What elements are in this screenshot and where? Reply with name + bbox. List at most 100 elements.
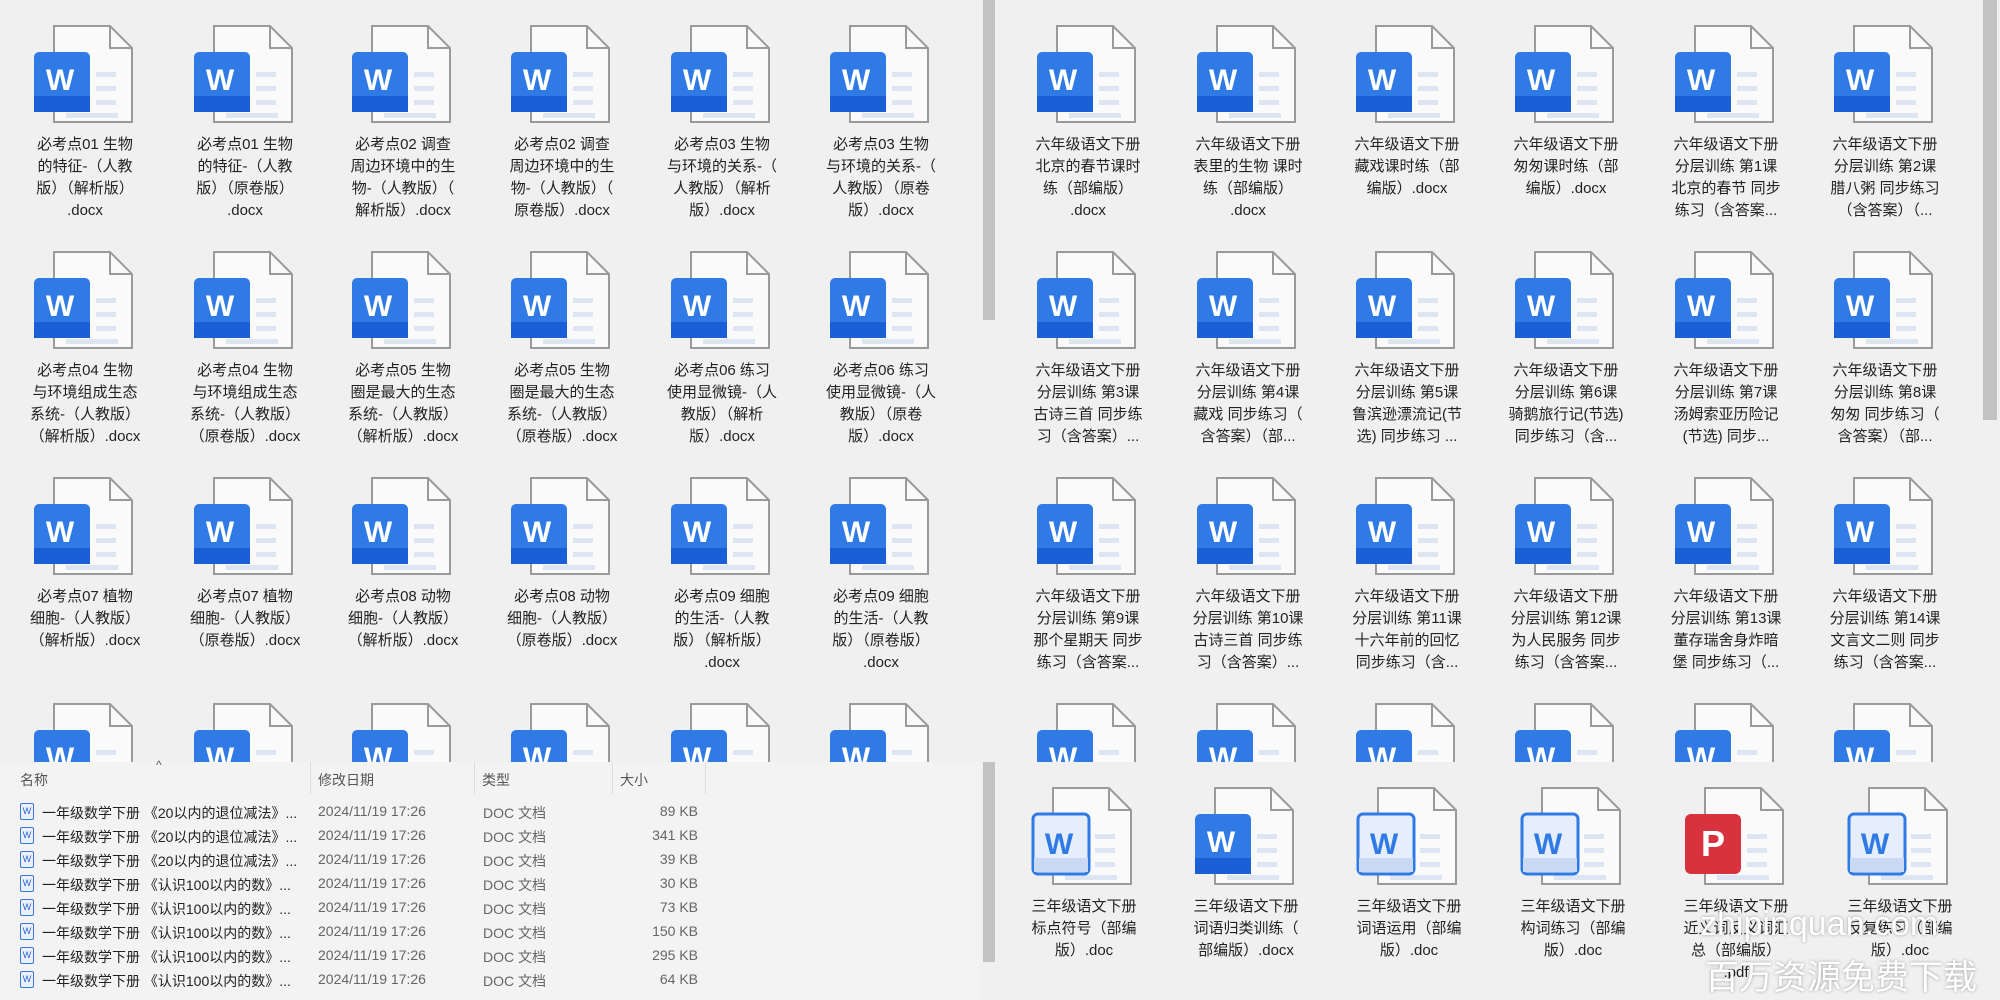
modified-date: 2024/11/19 17:26: [318, 875, 426, 891]
file-name: 六年级语文下册 分层训练 第12课 为人民服务 同步 练习（含答案...: [1510, 588, 1622, 671]
file-size: 73 KB: [659, 899, 698, 915]
word-file-icon: W: [1356, 25, 1455, 123]
file-tile[interactable]: W 必考点04 生物 与环境组成生态 系统-（人教版） （原卷版）.docx: [167, 240, 323, 448]
file-tile[interactable]: W: [803, 692, 959, 762]
column-type[interactable]: 类型: [482, 770, 510, 790]
file-tile[interactable]: W 必考点02 调查 周边环境中的生 物-（人教版）（ 原卷版）.docx: [484, 14, 640, 222]
file-name: 一年级数学下册 《认识100以内的数》...: [42, 901, 291, 917]
file-tile[interactable]: W 六年级语文下册 分层训练 第7课 汤姆索亚历险记 (节选) 同步...: [1648, 240, 1804, 448]
file-tile[interactable]: W 必考点08 动物 细胞-（人教版） （原卷版）.docx: [484, 466, 640, 652]
file-tile[interactable]: W 必考点05 生物 圈是最大的生态 系统-（人教版） （解析版）.docx: [325, 240, 481, 448]
file-name: 六年级语文下册 分层训练 第1课 北京的春节 同步 练习（含答案...: [1671, 136, 1781, 219]
file-name: 一年级数学下册 《认识100以内的数》...: [42, 925, 291, 941]
file-tile[interactable]: W 六年级语文下册 分层训练 第6课 骑鹅旅行记(节选) 同步练习（含...: [1488, 240, 1644, 448]
file-tile[interactable]: P 三年级语文下册 近义词反义词汇 总（部编版） .pdf: [1658, 776, 1814, 984]
file-tile[interactable]: W: [644, 692, 800, 762]
file-tile[interactable]: W 六年级语文下册 分层训练 第3课 古诗三首 同步练 习（含答案）...: [1010, 240, 1166, 448]
file-name: 必考点08 动物 细胞-（人教版） （原卷版）.docx: [506, 588, 618, 649]
svg-text:W: W: [364, 290, 393, 323]
details-scrollbar[interactable]: [980, 762, 998, 1000]
table-row[interactable]: W 一年级数学下册 《认识100以内的数》... 2024/11/19 17:2…: [0, 920, 980, 944]
file-name: 必考点01 生物 的特征-（人教 版）（解析版） .docx: [36, 136, 134, 219]
file-name: 六年级语文下册 分层训练 第2课 腊八粥 同步练习 （含答案）（...: [1830, 136, 1940, 219]
file-tile[interactable]: W 三年级语文下册 反复练习（部编 版）.doc: [1822, 776, 1978, 962]
file-tile[interactable]: W 必考点04 生物 与环境组成生态 系统-（人教版） （解析版）.docx: [7, 240, 163, 448]
svg-text:W: W: [1209, 742, 1238, 762]
svg-text:W: W: [1534, 828, 1563, 861]
file-tile[interactable]: W 必考点01 生物 的特征-（人教 版）（解析版） .docx: [7, 14, 163, 222]
svg-text:W: W: [1209, 64, 1238, 97]
file-tile[interactable]: W 必考点06 练习 使用显微镜-（人 教版）（解析 版）.docx: [644, 240, 800, 448]
svg-text:W: W: [683, 742, 712, 762]
file-tile[interactable]: W 必考点01 生物 的特征-（人教 版）（原卷版） .docx: [167, 14, 323, 222]
file-tile[interactable]: W: [325, 692, 481, 762]
file-tile[interactable]: W 六年级语文下册 分层训练 第2课 腊八粥 同步练习 （含答案）（...: [1807, 14, 1963, 222]
svg-text:W: W: [1527, 516, 1556, 549]
file-tile[interactable]: W 必考点06 练习 使用显微镜-（人 教版）（原卷 版）.docx: [803, 240, 959, 448]
table-row[interactable]: W 一年级数学下册 《20以内的退位减法》... 2024/11/19 17:2…: [0, 848, 980, 872]
svg-text:W: W: [364, 516, 393, 549]
file-name: 六年级语文下册 分层训练 第5课 鲁滨逊漂流记(节 选) 同步练习 ...: [1352, 362, 1462, 445]
file-tile[interactable]: W 六年级语文下册 匆匆课时练（部 编版）.docx: [1488, 14, 1644, 200]
file-tile[interactable]: W: [1329, 692, 1485, 762]
scroll-thumb[interactable]: [1983, 0, 1997, 420]
file-tile[interactable]: W 必考点09 细胞 的生活-（人教 版）（原卷版） .docx: [803, 466, 959, 674]
word-file-icon: W: [20, 827, 34, 844]
file-tile[interactable]: W 六年级语文下册 分层训练 第8课 匆匆 同步练习（ 含答案）（部...: [1807, 240, 1963, 448]
file-tile[interactable]: W 必考点03 生物 与环境的关系-（ 人教版）（原卷 版）.docx: [803, 14, 959, 222]
file-tile[interactable]: W: [484, 692, 640, 762]
file-tile[interactable]: W 六年级语文下册 分层训练 第9课 那个星期天 同步 练习（含答案...: [1010, 466, 1166, 674]
file-tile[interactable]: W 六年级语文下册 分层训练 第5课 鲁滨逊漂流记(节 选) 同步练习 ...: [1329, 240, 1485, 448]
svg-text:W: W: [1368, 290, 1397, 323]
right-icon-pane: W 六年级语文下册 北京的春节课时 练（部编版） .docx W 六年级语文下册 表…: [1000, 0, 1980, 762]
file-tile[interactable]: W 六年级语文下册 分层训练 第1课 北京的春节 同步 练习（含答案...: [1648, 14, 1804, 222]
file-tile[interactable]: W 六年级语文下册 分层训练 第11课 十六年前的回忆 同步练习（含...: [1329, 466, 1485, 674]
file-tile[interactable]: W: [7, 692, 163, 762]
file-name: 必考点02 调查 周边环境中的生 物-（人教版）（ 原卷版）.docx: [509, 136, 615, 219]
file-tile[interactable]: W 必考点02 调查 周边环境中的生 物-（人教版）（ 解析版）.docx: [325, 14, 481, 222]
column-date[interactable]: 修改日期: [318, 770, 374, 790]
file-tile[interactable]: W 必考点07 植物 细胞-（人教版） （原卷版）.docx: [167, 466, 323, 652]
file-tile[interactable]: W: [1488, 692, 1644, 762]
file-tile[interactable]: W 六年级语文下册 北京的春节课时 练（部编版） .docx: [1010, 14, 1166, 222]
file-tile[interactable]: W 六年级语文下册 分层训练 第12课 为人民服务 同步 练习（含答案...: [1488, 466, 1644, 674]
file-tile[interactable]: W 六年级语文下册 分层训练 第4课 藏戏 同步练习（ 含答案）（部...: [1170, 240, 1326, 448]
file-tile[interactable]: W 必考点05 生物 圈是最大的生态 系统-（人教版） （原卷版）.docx: [484, 240, 640, 448]
table-row[interactable]: W 一年级数学下册 《20以内的退位减法》... 2024/11/19 17:2…: [0, 800, 980, 824]
file-tile[interactable]: W 六年级语文下册 分层训练 第10课 古诗三首 同步练 习（含答案）...: [1170, 466, 1326, 674]
table-row[interactable]: W 一年级数学下册 《认识100以内的数》... 2024/11/19 17:2…: [0, 944, 980, 968]
file-name: 三年级语文下册 词语归类训练（ 部编版）.docx: [1193, 898, 1299, 959]
file-tile[interactable]: W: [1807, 692, 1963, 762]
scroll-thumb[interactable]: [983, 0, 995, 320]
file-tile[interactable]: W: [1010, 692, 1166, 762]
right-scrollbar[interactable]: [1980, 0, 2000, 762]
file-tile[interactable]: W 三年级语文下册 构词练习（部编 版）.doc: [1495, 776, 1651, 962]
file-tile[interactable]: W 三年级语文下册 词语运用（部编 版）.doc: [1331, 776, 1487, 962]
file-type: DOC 文档: [483, 949, 546, 965]
table-row[interactable]: W 一年级数学下册 《认识100以内的数》... 2024/11/19 17:2…: [0, 872, 980, 896]
file-tile[interactable]: W 六年级语文下册 分层训练 第13课 董存瑞舍身炸暗 堡 同步练习（...: [1648, 466, 1804, 674]
file-tile[interactable]: W 六年级语文下册 分层训练 第14课 文言文二则 同步 练习（含答案...: [1807, 466, 1963, 674]
file-tile[interactable]: W 必考点07 植物 细胞-（人教版） （解析版）.docx: [7, 466, 163, 652]
column-size[interactable]: 大小: [620, 770, 648, 790]
table-row[interactable]: W 一年级数学下册 《认识100以内的数》... 2024/11/19 17:2…: [0, 896, 980, 920]
file-tile[interactable]: W 三年级语文下册 词语归类训练（ 部编版）.docx: [1168, 776, 1324, 962]
table-row[interactable]: W 一年级数学下册 《20以内的退位减法》... 2024/11/19 17:2…: [0, 824, 980, 848]
file-tile[interactable]: W 必考点09 细胞 的生活-（人教 版）（解析版） .docx: [644, 466, 800, 674]
word-file-icon: W: [1195, 787, 1294, 885]
file-tile[interactable]: W 必考点08 动物 细胞-（人教版） （解析版）.docx: [325, 466, 481, 652]
file-tile[interactable]: W: [1648, 692, 1804, 762]
file-name: 必考点09 细胞 的生活-（人教 版）（原卷版） .docx: [832, 588, 930, 671]
file-tile[interactable]: W 必考点03 生物 与环境的关系-（ 人教版）（解析 版）.docx: [644, 14, 800, 222]
column-name[interactable]: 名称: [20, 770, 48, 790]
left-scrollbar[interactable]: [980, 0, 998, 762]
file-tile[interactable]: W 三年级语文下册 标点符号（部编 版）.doc: [1006, 776, 1162, 962]
svg-text:W: W: [1368, 64, 1397, 97]
word-file-icon: W: [352, 25, 451, 123]
file-name: 三年级语文下册 反复练习（部编 版）.doc: [1847, 898, 1953, 959]
file-tile[interactable]: W 六年级语文下册 表里的生物 课时 练（部编版） .docx: [1170, 14, 1326, 222]
table-row[interactable]: W 一年级数学下册 《认识100以内的数》... 2024/11/19 17:2…: [0, 968, 980, 992]
file-tile[interactable]: W: [167, 692, 323, 762]
file-tile[interactable]: W 六年级语文下册 藏戏课时练（部 编版）.docx: [1329, 14, 1485, 200]
file-tile[interactable]: W: [1170, 692, 1326, 762]
